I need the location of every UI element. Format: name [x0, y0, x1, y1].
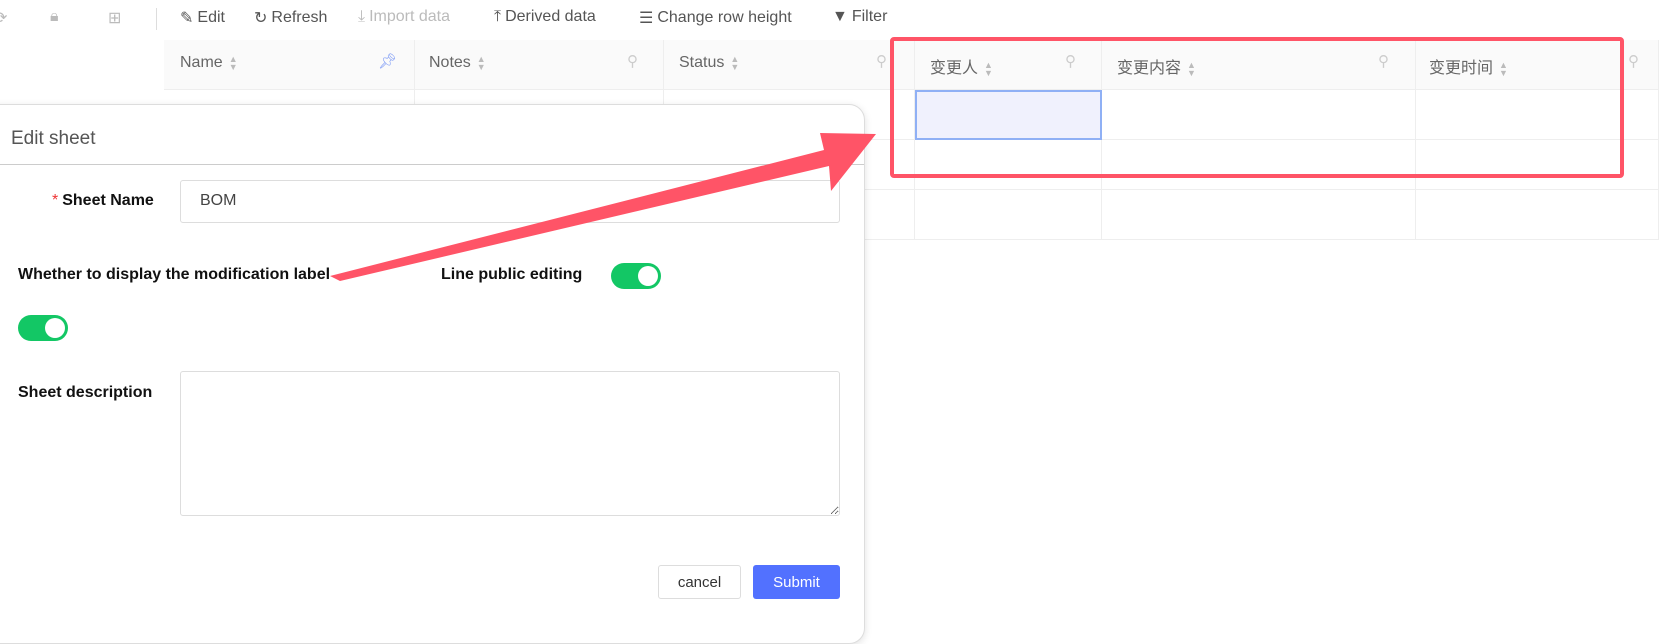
arrow-shape: [330, 133, 876, 281]
annotation-arrow: [330, 133, 876, 281]
